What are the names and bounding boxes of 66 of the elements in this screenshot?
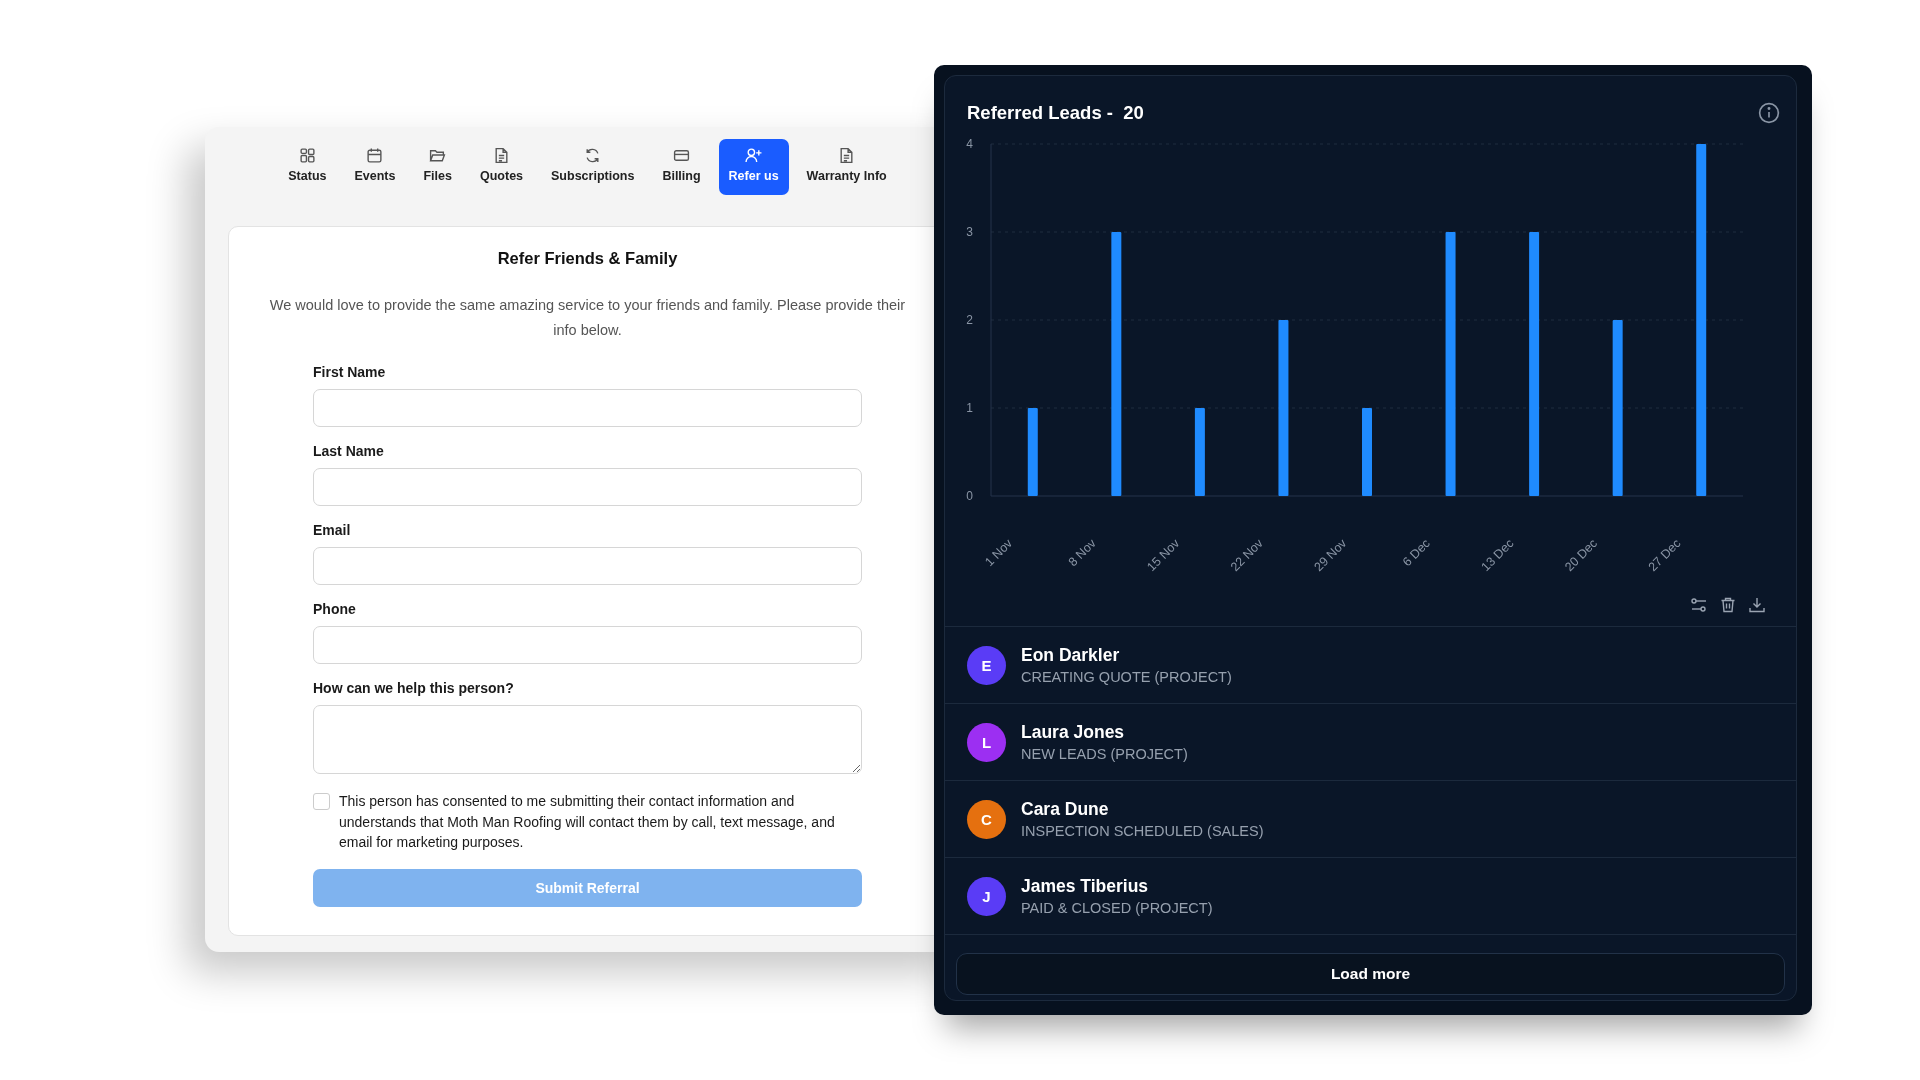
axis-tick-label: 3 [966,225,973,239]
person-add-icon [745,147,763,164]
axis-tick-label: 29 Nov [1311,536,1350,575]
info-icon[interactable] [1758,102,1780,124]
lead-status: PAID & CLOSED (PROJECT) [1021,900,1213,916]
avatar: C [967,799,1006,839]
tab[interactable]: Quotes [469,139,534,195]
download-icon[interactable] [1748,596,1766,614]
field-label: Email [313,522,352,538]
avatar: J [967,876,1006,916]
axis-tick-label: 20 Dec [1562,536,1600,575]
lead-row[interactable]: L Laura Jones NEW LEADS (PROJECT) [945,704,1796,781]
lead-name: Cara Dune [1021,799,1110,820]
trash-icon[interactable] [1719,596,1737,614]
lead-status: NEW LEADS (PROJECT) [1021,746,1188,762]
input-field[interactable] [313,547,862,585]
axis-tick-label: 6 Dec [1399,536,1433,570]
axis-tick-label: 13 Dec [1478,536,1517,575]
refresh-icon [584,147,602,164]
panel-title: Referred Leads - 20 [967,102,1144,124]
document-icon [493,147,510,164]
tab[interactable]: Events [344,139,406,195]
lead-row[interactable]: J James Tiberius PAID & CLOSED (PROJECT) [945,858,1796,935]
tab[interactable]: Status [278,139,337,195]
sliders-icon[interactable] [1690,596,1708,614]
form-title: Refer Friends & Family [497,249,678,268]
axis-tick-label: 15 Nov [1144,536,1183,575]
grid-icon [298,147,316,164]
field-label: How can we help this person? [313,680,515,696]
tab[interactable]: Billing [652,139,711,195]
tab[interactable]: Files [413,139,462,195]
lead-name: James Tiberius [1021,876,1150,897]
axis-tick-label: 0 [966,489,973,503]
calendar-icon [366,147,384,164]
lead-status: CREATING QUOTE (PROJECT) [1021,669,1232,685]
axis-tick-label: 22 Nov [1227,536,1266,575]
axis-tick-label: 8 Nov [1065,536,1099,570]
axis-tick-label: 1 [966,401,973,415]
credit-card-icon [672,147,690,164]
document-icon [838,147,856,164]
tab[interactable]: Subscriptions [541,139,645,195]
lead-status: INSPECTION SCHEDULED (SALES) [1021,823,1264,839]
axis-tick-label: 4 [966,137,973,151]
axis-tick-label: 2 [966,313,973,327]
tab[interactable]: Refer us [718,139,789,195]
tab[interactable]: Warranty Info [796,139,897,195]
input-field[interactable] [313,626,862,664]
avatar: L [967,722,1006,762]
input-field[interactable] [313,468,862,506]
load-more-button[interactable]: Load more [956,953,1785,995]
lead-name: Eon Darkler [1021,645,1121,666]
lead-name: Laura Jones [1021,722,1126,743]
lead-row[interactable]: C Cara Dune INSPECTION SCHEDULED (SALES) [945,781,1796,858]
checkbox[interactable] [313,793,330,810]
axis-tick-label: 27 Dec [1645,536,1684,575]
form-description: We would love to provide the same amazing service to your friends and family. Please provide their info below. [268,296,907,340]
input-field[interactable] [313,389,862,427]
text-area[interactable] [313,705,862,774]
avatar: E [967,645,1006,685]
field-label: Phone [313,601,357,617]
field-label: Last Name [313,443,385,459]
axis-tick-label: 1 Nov [982,536,1016,570]
field-label: First Name [313,364,387,380]
lead-row[interactable]: E Eon Darkler CREATING QUOTE (PROJECT) [945,627,1796,704]
consent-text: This person has consented to me submitting their contact information and understands that Moth Man Roofing will contact them by call, text message, and email for marketing purposes. [339,792,836,852]
folder-icon [429,147,447,164]
